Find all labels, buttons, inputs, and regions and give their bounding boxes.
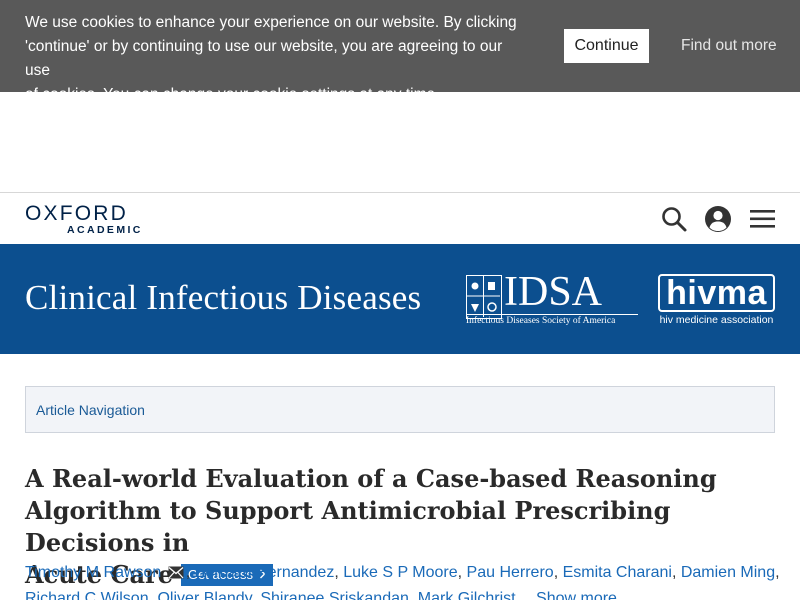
idsa-emblem-icon [466, 275, 502, 319]
menu-icon[interactable] [749, 205, 777, 233]
oxford-academic-logo[interactable]: OXFORD ACADEMIC [25, 202, 143, 236]
cookie-banner: We use cookies to enhance your experienc… [0, 0, 800, 103]
search-icon[interactable] [660, 205, 688, 233]
idsa-logo[interactable]: IDSA Infectious Diseases Society of Amer… [466, 270, 638, 326]
logo-sub-text: ACADEMIC [67, 224, 143, 236]
author-link[interactable]: Mark Gilchrist [418, 590, 516, 600]
author-row: Timothy M Rawson , Bernard Hernandez, Lu… [25, 561, 785, 587]
hivma-logo[interactable]: hivma hiv medicine association [658, 274, 775, 326]
author-link[interactable]: Esmita Charani [563, 564, 672, 581]
journal-header: Clinical Infectious Diseases IDSA Infect… [0, 244, 800, 354]
ad-space [0, 92, 800, 193]
author-link[interactable]: Timothy M Rawson [25, 564, 161, 581]
author-list: Timothy M Rawson , Bernard Hernandez, Lu… [25, 561, 785, 600]
cookie-message-line: We use cookies to enhance your experienc… [25, 14, 517, 31]
idsa-text: IDSA [504, 269, 603, 315]
cookie-message-line: 'continue' or by continuing to use our w… [25, 38, 503, 79]
cookie-continue-button[interactable]: Continue [564, 29, 649, 63]
user-icon[interactable] [704, 205, 732, 233]
author-link[interactable]: Pau Herrero [467, 564, 554, 581]
article-title-line: Algorithm to Support Antimicrobial Presc… [25, 496, 671, 557]
author-link[interactable]: Shiranee Sriskandan [260, 590, 409, 600]
mail-icon[interactable] [168, 563, 184, 587]
author-link[interactable]: Luke S P Moore [343, 564, 457, 581]
article-navigation-toggle[interactable]: Article Navigation [25, 386, 775, 433]
find-out-more-link[interactable]: Find out more [681, 37, 777, 55]
top-nav: OXFORD ACADEMIC [0, 192, 800, 244]
author-link[interactable]: Richard C Wilson [25, 590, 149, 600]
author-link[interactable]: Oliver Blandy [157, 590, 251, 600]
show-more-authors-link[interactable]: Show more [536, 590, 617, 600]
idsa-subtitle: Infectious Diseases Society of America [466, 314, 638, 326]
journal-title[interactable]: Clinical Infectious Diseases [25, 278, 421, 318]
author-link[interactable]: Bernard Hernandez [195, 564, 335, 581]
author-row: Richard C Wilson, Oliver Blandy, Shirane… [25, 587, 785, 600]
logo-main-text: OXFORD [25, 202, 129, 225]
article-title-line: A Real-world Evaluation of a Case-based … [25, 464, 717, 493]
hivma-subtitle: hiv medicine association [659, 314, 774, 326]
hivma-text: hivma [658, 274, 775, 312]
author-link[interactable]: Damien Ming [681, 564, 775, 581]
